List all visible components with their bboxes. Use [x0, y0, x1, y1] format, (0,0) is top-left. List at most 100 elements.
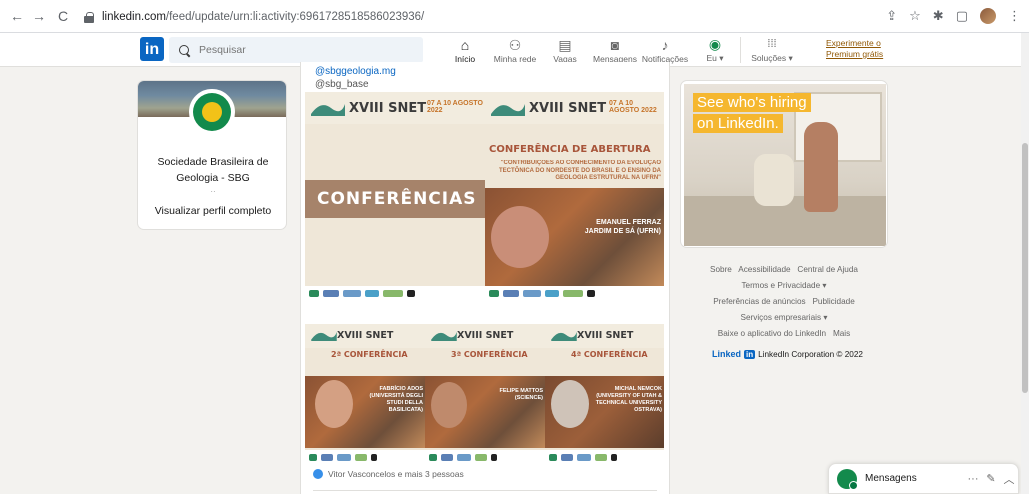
sbg-emblem-icon	[193, 93, 231, 131]
search-icon	[179, 44, 190, 56]
reactions-summary[interactable]: Vitor Vasconcelos e mais 3 pessoas	[313, 469, 464, 479]
footer-business[interactable]: Serviços empresariais ▾	[741, 313, 828, 322]
sponsor-row-2	[485, 286, 664, 300]
snet-header: XVIII SNET 07 A 10 AGOSTO 2022	[305, 92, 485, 124]
footer-terms[interactable]: Termos e Privacidade ▾	[741, 281, 826, 290]
search-input[interactable]	[199, 44, 399, 56]
snet-header-4: XVIII SNET	[425, 324, 545, 348]
footer-app[interactable]: Baixe o aplicativo do LinkedIn	[718, 329, 826, 338]
snet-header-2: XVIII SNET 07 A 10 AGOSTO 2022	[485, 92, 664, 124]
post-card: @sbggeologia.mg @sbg_base XVIII SNET 07 …	[300, 62, 670, 494]
snet-wave-icon	[311, 104, 345, 116]
message-icon: ◙	[610, 37, 620, 53]
conf3-title: 3ª CONFERÊNCIA	[451, 350, 528, 359]
conferencias-label: CONFERÊNCIAS	[317, 189, 477, 209]
ad-card[interactable]: See who's hiring on LinkedIn.	[680, 80, 888, 248]
chevron-up-icon[interactable]: ︿	[1000, 471, 1018, 487]
mention-sbggeologia[interactable]: @sbggeologia.mg	[315, 66, 396, 77]
snet-wave-icon	[551, 332, 577, 341]
snet-title-4: XVIII SNET	[457, 330, 514, 341]
poster-conferencias[interactable]: XVIII SNET 07 A 10 AGOSTO 2022 CONFERÊNC…	[305, 92, 485, 300]
footer-help[interactable]: Central de Ajuda	[797, 265, 858, 274]
url-path: /feed/update/urn:li:activity:69617285185…	[165, 10, 425, 23]
sidepanel-icon[interactable]: ▢	[956, 8, 968, 24]
briefcase-icon: ▤	[558, 37, 572, 53]
footer-links: Sobre Acessibilidade Central de Ajuda Te…	[680, 262, 888, 342]
footer-advertising[interactable]: Publicidade	[812, 297, 854, 306]
conf2-title: 2ª CONFERÊNCIA	[331, 350, 408, 359]
menu-icon[interactable]: ⋮	[1008, 8, 1021, 24]
grid-icon: ⁞⁞⁞	[767, 38, 777, 50]
messaging-bar[interactable]: Mensagens ··· ✎ ︿	[828, 463, 1019, 494]
footer-accessibility[interactable]: Acessibilidade	[738, 265, 790, 274]
address-bar[interactable]: linkedin.com/feed/update/urn:li:activity…	[80, 5, 895, 28]
conferencias-banner: CONFERÊNCIAS	[305, 180, 485, 218]
snet-header-5: XVIII SNET	[545, 324, 664, 348]
snet-wave-icon	[491, 104, 525, 116]
mention-sbg-base: @sbg_base	[315, 79, 369, 90]
speaker-photo	[491, 206, 549, 268]
nav-me-label: Eu ▾	[706, 53, 724, 63]
ad-person	[754, 154, 794, 206]
url-text: linkedin.com/feed/update/urn:li:activity…	[102, 11, 424, 23]
bell-icon: ♪	[661, 37, 669, 53]
snet-header-3: XVIII SNET	[305, 324, 425, 348]
back-button[interactable]: ←	[8, 8, 26, 24]
abertura-title: CONFERÊNCIA DE ABERTURA	[489, 144, 651, 155]
snet-title: XVIII SNET	[349, 101, 427, 116]
sponsor-row-4	[425, 450, 545, 464]
messaging-avatar	[837, 468, 858, 490]
footer-ad-prefs[interactable]: Preferências de anúncios	[713, 297, 805, 306]
conf2-speaker: FABRÍCIO ADOS (UNIVERSITÁ DEGLI STUDI DE…	[369, 386, 423, 413]
linkedin-logo-icon: in	[744, 349, 756, 359]
poster-conf3[interactable]: XVIII SNET 3ª CONFERÊNCIA FELIPE MATTOS …	[425, 324, 545, 464]
linkedin-wordmark: Linked	[712, 349, 742, 359]
star-icon[interactable]: ☆	[909, 8, 921, 24]
url-host: linkedin.com	[102, 10, 166, 23]
forward-button[interactable]: →	[30, 8, 48, 24]
snet-wave-icon	[311, 332, 337, 341]
sponsor-row	[305, 286, 485, 300]
scrollbar-thumb[interactable]	[1022, 143, 1028, 393]
profile-card[interactable]: Sociedade Brasileira de Geologia - SBG ·…	[137, 80, 287, 230]
linkedin-logo[interactable]: in	[140, 37, 164, 61]
premium-line1: Experimente o	[826, 38, 881, 48]
conf4-title: 4ª CONFERÊNCIA	[571, 350, 648, 359]
reload-button[interactable]: C	[54, 8, 72, 24]
poster-abertura[interactable]: XVIII SNET 07 A 10 AGOSTO 2022 CONFERÊNC…	[485, 92, 664, 300]
speaker3-photo	[431, 382, 467, 428]
premium-line2: Premium grátis	[826, 49, 884, 59]
snet-wave-icon	[431, 332, 457, 341]
ad-line2: on LinkedIn.	[693, 114, 783, 133]
reactions-text: Vitor Vasconcelos e mais 3 pessoas	[328, 469, 464, 479]
speaker2-photo	[315, 380, 353, 428]
snet-title-2: XVIII SNET	[529, 101, 607, 116]
poster-conf4[interactable]: XVIII SNET 4ª CONFERÊNCIA MICHAL NEMCOK …	[545, 324, 664, 464]
sponsor-row-3	[305, 450, 425, 464]
ad-headline: See who's hiring on LinkedIn.	[693, 93, 811, 135]
share-icon[interactable]: ⇪	[886, 8, 897, 24]
search-box[interactable]	[169, 37, 423, 63]
poster-conf2[interactable]: XVIII SNET 2ª CONFERÊNCIA FABRÍCIO ADOS …	[305, 324, 425, 464]
ad-person	[804, 122, 838, 212]
conf3-speaker: FELIPE MATTOS (SCIENCE)	[499, 388, 544, 401]
extension-icon[interactable]: ✱	[933, 8, 944, 24]
messaging-label[interactable]: Mensagens	[865, 473, 964, 484]
more-icon[interactable]: ···	[964, 473, 982, 485]
page-scrollbar[interactable]	[1021, 33, 1029, 494]
sbg-logo	[189, 89, 235, 135]
conf4-speaker: MICHAL NEMCOK (UNIVERSITY OF UTAH & TECH…	[595, 386, 662, 413]
nav-solutions-label: Soluções ▾	[751, 53, 793, 63]
footer-about[interactable]: Sobre	[710, 265, 732, 274]
profile-avatar[interactable]	[980, 8, 996, 24]
view-profile-link[interactable]: Visualizar perfil completo	[138, 205, 286, 217]
compose-icon[interactable]: ✎	[982, 472, 1000, 485]
nav-me[interactable]: ◉ Eu ▾	[690, 33, 740, 67]
profile-name[interactable]: Sociedade Brasileira de Geologia - SBG	[138, 154, 286, 186]
nav-solutions[interactable]: ⁞⁞⁞ Soluções ▾	[741, 33, 803, 67]
network-icon: ⚇	[508, 37, 522, 53]
premium-link[interactable]: Experimente o Premium grátis	[826, 38, 883, 60]
abertura-speaker: EMANUEL FERRAZ JARDIM DE SÁ (UFRN)	[584, 219, 661, 235]
lock-icon	[84, 11, 94, 23]
footer-more[interactable]: Mais	[833, 329, 850, 338]
